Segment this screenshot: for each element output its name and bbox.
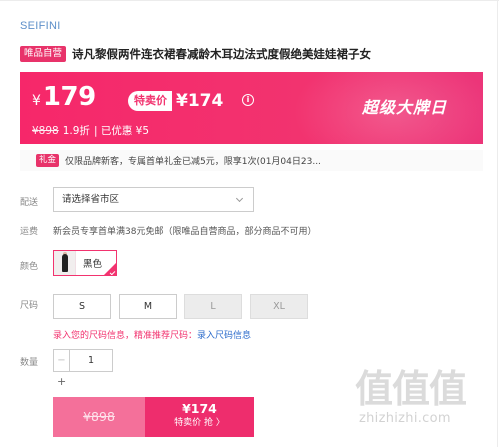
self-operated-tag: 唯品自营 bbox=[20, 46, 67, 62]
special-price-label: 特卖价 bbox=[128, 90, 172, 111]
size-option-m[interactable]: M bbox=[119, 294, 177, 319]
size-label: 尺码 bbox=[20, 301, 39, 311]
buy-action-label: 特卖价 抢 〉 bbox=[174, 418, 225, 428]
event-name: 超级大牌日 bbox=[361, 98, 447, 117]
price-banner: ¥ 179 特卖价 ¥174 i ¥898 1.9折 | 已优惠 ¥5 超级大牌… bbox=[20, 72, 483, 144]
discount-rate: 1.9折 bbox=[62, 125, 90, 137]
watermark: 值值值 zhizhizhi.com bbox=[355, 367, 467, 426]
size-option-xl[interactable]: XL bbox=[250, 294, 308, 319]
watermark-url: zhizhizhi.com bbox=[359, 411, 451, 426]
gift-text: 仅限品牌新客，专属首单礼金已减5元，限享1次(01月04日23... bbox=[65, 157, 321, 167]
current-price-value: 179 bbox=[42, 82, 96, 112]
currency-symbol: ¥ bbox=[32, 93, 41, 109]
buy-special-price: ¥174 bbox=[182, 401, 217, 416]
size-info-prompt: 录入您的尺码信息，精准推荐尺码： bbox=[53, 331, 198, 341]
current-price: ¥ 179 bbox=[32, 82, 96, 112]
fee-label: 运费 bbox=[20, 227, 39, 237]
right-divider bbox=[497, 0, 498, 447]
color-option-black[interactable]: 黑色 bbox=[53, 250, 117, 276]
shipping-label: 配送 bbox=[20, 198, 39, 208]
watermark-logo: 值值值 bbox=[355, 367, 467, 411]
region-select-value: 请选择省市区 bbox=[62, 194, 120, 205]
color-thumbnail bbox=[54, 251, 76, 275]
size-info-link[interactable]: 录入尺码信息 bbox=[197, 331, 251, 341]
buy-original-price: ¥898 bbox=[83, 409, 115, 424]
thumbnail-dress bbox=[62, 254, 68, 272]
quantity-label: 数量 bbox=[20, 358, 39, 368]
saved-amount: | 已优惠 ¥5 bbox=[93, 125, 150, 137]
info-circle-icon[interactable]: i bbox=[242, 94, 254, 106]
special-price-badge: 特卖价 ¥174 bbox=[128, 89, 223, 112]
increase-button[interactable]: + bbox=[57, 375, 66, 388]
product-title-row: 唯品自营 诗凡黎假两件连衣裙春减龄木耳边法式度假绝美娃娃裙子女 bbox=[20, 46, 371, 62]
quantity-stepper: − 1 bbox=[53, 349, 113, 372]
product-title: 诗凡黎假两件连衣裙春减龄木耳边法式度假绝美娃娃裙子女 bbox=[72, 47, 372, 61]
color-label: 颜色 bbox=[20, 262, 39, 272]
gift-row: 礼金 仅限品牌新客，专属首单礼金已减5元，限享1次(01月04日23... bbox=[20, 150, 483, 171]
size-option-s[interactable]: S bbox=[53, 294, 111, 319]
chevron-down-icon bbox=[235, 194, 244, 203]
size-info: 录入您的尺码信息，精准推荐尺码：录入尺码信息 bbox=[53, 328, 251, 341]
original-price: ¥898 bbox=[32, 124, 59, 137]
buy-bar: ¥898 ¥174 特卖价 抢 〉 bbox=[53, 397, 254, 437]
gift-tag: 礼金 bbox=[36, 154, 60, 167]
price-details: ¥898 1.9折 | 已优惠 ¥5 bbox=[32, 123, 149, 138]
special-buy-button[interactable]: ¥174 特卖价 抢 〉 bbox=[145, 397, 254, 437]
fee-text: 新会员专享首单满38元免邮（限唯品自营商品，部分商品不可用） bbox=[53, 227, 317, 237]
original-price-button[interactable]: ¥898 bbox=[53, 397, 145, 437]
quantity-input[interactable]: 1 bbox=[70, 350, 112, 371]
top-divider bbox=[0, 0, 499, 1]
decrease-button[interactable]: − bbox=[54, 350, 70, 371]
region-select[interactable]: 请选择省市区 bbox=[53, 187, 254, 212]
special-price-value: ¥174 bbox=[176, 90, 224, 111]
brand-link[interactable]: SEIFINI bbox=[20, 20, 61, 32]
color-option-label: 黑色 bbox=[83, 259, 103, 270]
size-option-l[interactable]: L bbox=[184, 294, 242, 319]
